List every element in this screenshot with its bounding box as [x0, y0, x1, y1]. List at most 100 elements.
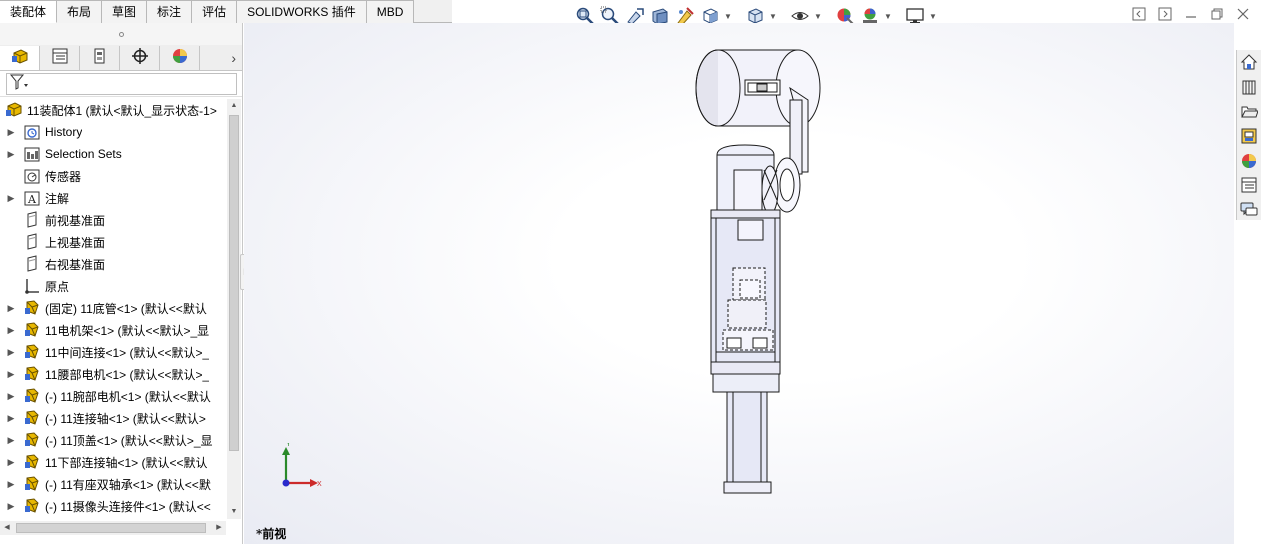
tree-horizontal-scrollbar[interactable]: ◀ ▶: [0, 521, 226, 535]
part-icon: [22, 299, 42, 317]
expand-arrow-icon[interactable]: ▶: [0, 325, 22, 336]
manager-tabs: ›: [0, 45, 242, 71]
tree-item[interactable]: ▶ 11腰部电机<1> (默认<<默认>_: [0, 363, 226, 385]
expand-arrow-icon[interactable]: ▶: [0, 193, 22, 204]
custom-properties-icon[interactable]: [1238, 175, 1260, 196]
hscroll-thumb[interactable]: [16, 523, 206, 533]
close-icon[interactable]: [1233, 5, 1253, 23]
history-icon: [22, 123, 42, 141]
tree-item[interactable]: ▶前视基准面: [0, 209, 226, 231]
feature-manager-tab[interactable]: [0, 45, 40, 70]
tree-item[interactable]: ▶ Selection Sets: [0, 143, 226, 165]
tree-item-label: (-) 11连接轴<1> (默认<<默认>: [45, 411, 206, 426]
restore-icon[interactable]: [1207, 5, 1227, 23]
scroll-thumb[interactable]: [229, 115, 239, 451]
tab-assembly[interactable]: 装配体: [0, 0, 58, 23]
chevron-right-icon[interactable]: ›: [200, 50, 242, 66]
expand-arrow-icon[interactable]: ▶: [0, 347, 22, 358]
scroll-left-icon[interactable]: ◀: [0, 521, 14, 535]
plane-icon: [22, 233, 42, 251]
tree-item[interactable]: ▶ 11中间连接<1> (默认<<默认>_: [0, 341, 226, 363]
file-explorer-icon[interactable]: [1238, 101, 1260, 122]
solidworks-window: 装配体 布局 草图 标注 评估 SOLIDWORKS 插件 MBD ▼ ▼ ▼ …: [0, 0, 1261, 544]
expand-arrow-icon[interactable]: ▶: [0, 435, 22, 446]
expand-arrow-icon[interactable]: ▶: [0, 369, 22, 380]
tile-left-icon[interactable]: [1129, 5, 1149, 23]
graphics-area[interactable]: Y X *前视: [244, 23, 1234, 544]
configuration-manager-tab[interactable]: [80, 45, 120, 70]
scroll-right-icon[interactable]: ▶: [212, 521, 226, 535]
expand-arrow-icon[interactable]: ▶: [0, 413, 22, 424]
coordinate-triad: Y X: [282, 443, 322, 488]
scroll-down-icon[interactable]: ▼: [227, 505, 241, 519]
feature-filter-input[interactable]: [6, 72, 237, 95]
tree-item[interactable]: ▶传感器: [0, 165, 226, 187]
tree-item[interactable]: ▶ History: [0, 121, 226, 143]
expand-arrow-icon[interactable]: ▶: [0, 501, 22, 512]
top-cap: [716, 144, 801, 215]
expand-arrow-icon[interactable]: ▶: [0, 127, 22, 138]
window-controls: [1129, 5, 1253, 23]
tree-vertical-scrollbar[interactable]: ▲ ▼: [227, 99, 241, 519]
tree-item[interactable]: ▶原点: [0, 275, 226, 297]
tile-right-icon[interactable]: [1155, 5, 1175, 23]
tree-item[interactable]: ▶ (-) 11腕部电机<1> (默认<<默认: [0, 385, 226, 407]
tree-root-label: 11装配体1 (默认<默认_显示状态-1>: [27, 103, 217, 118]
filter-row: [0, 71, 242, 97]
tab-evaluate[interactable]: 评估: [192, 0, 238, 23]
tree-item-label: 11下部连接轴<1> (默认<<默认: [45, 455, 208, 470]
scroll-up-icon[interactable]: ▲: [227, 99, 241, 113]
tree-item-label: 11电机架<1> (默认<<默认>_显: [45, 323, 210, 338]
part-icon: [22, 475, 42, 493]
tree-item[interactable]: ▶ A 注解: [0, 187, 226, 209]
tree-item-label: 注解: [45, 191, 70, 206]
forum-icon[interactable]: [1238, 199, 1260, 220]
assembly-model[interactable]: [244, 23, 1234, 544]
tree-item[interactable]: ▶ (固定) 11底管<1> (默认<<默认: [0, 297, 226, 319]
expand-arrow-icon[interactable]: ▶: [0, 391, 22, 402]
tree-item[interactable]: ▶ (-) 11顶盖<1> (默认<<默认>_显: [0, 429, 226, 451]
dimxpert-manager-tab[interactable]: [120, 45, 160, 70]
expand-arrow-icon[interactable]: ▶: [0, 457, 22, 468]
tree-item-label: 前视基准面: [45, 213, 106, 228]
filter-funnel-icon[interactable]: [9, 73, 29, 94]
part-icon: [22, 409, 42, 427]
solidworks-resources-icon[interactable]: [1238, 52, 1260, 73]
tree-item-label: Selection Sets: [45, 147, 122, 161]
annotations-icon: A: [22, 189, 42, 207]
tree-item[interactable]: ▶ 11下部连接轴<1> (默认<<默认: [0, 451, 226, 473]
design-library-icon[interactable]: [1238, 77, 1260, 98]
tab-layout[interactable]: 布局: [57, 0, 103, 23]
tree-item[interactable]: ▶右视基准面: [0, 253, 226, 275]
tab-mbd[interactable]: MBD: [366, 0, 415, 23]
property-manager-tab[interactable]: [40, 45, 80, 70]
part-icon: [22, 343, 42, 361]
tab-sketch[interactable]: 草图: [102, 0, 148, 23]
expand-arrow-icon[interactable]: ▶: [0, 303, 22, 314]
tree-item-label: (固定) 11底管<1> (默认<<默认: [45, 301, 207, 316]
display-manager-tab[interactable]: [160, 45, 200, 70]
tab-solidworks-addins[interactable]: SOLIDWORKS 插件: [237, 0, 367, 23]
tree-item[interactable]: ▶ (-) 11摄像头连接件<1> (默认<<: [0, 495, 226, 517]
expand-arrow-icon[interactable]: ▶: [0, 149, 22, 160]
tree-item[interactable]: ▶上视基准面: [0, 231, 226, 253]
tab-markup[interactable]: 标注: [147, 0, 193, 23]
panel-drag-handle[interactable]: [0, 23, 242, 45]
expand-arrow-icon[interactable]: ▶: [0, 479, 22, 490]
tree-item-label: (-) 11有座双轴承<1> (默认<<默: [45, 477, 211, 492]
dimxpert-icon: [130, 47, 150, 68]
minimize-icon[interactable]: [1181, 5, 1201, 23]
tree-root-assembly[interactable]: 11装配体1 (默认<默认_显示状态-1>: [0, 99, 226, 121]
display-manager-icon: [170, 47, 190, 68]
appearances-scenes-icon[interactable]: [1238, 150, 1260, 171]
feature-manager-panel: › 11装配体1 (默认<默认_显示状态-1> ▶ History ▶ Selecti…: [0, 23, 243, 544]
triad-y-label: Y: [286, 443, 291, 448]
tree-item[interactable]: ▶ (-) 11连接轴<1> (默认<<默认>: [0, 407, 226, 429]
feature-manager-icon: [10, 47, 30, 68]
tree-item-label: History: [45, 125, 83, 139]
configuration-manager-icon: [90, 47, 110, 68]
tree-item[interactable]: ▶ 11电机架<1> (默认<<默认>_显: [0, 319, 226, 341]
tree-item[interactable]: ▶ (-) 11有座双轴承<1> (默认<<默: [0, 473, 226, 495]
view-palette-icon[interactable]: [1238, 126, 1260, 147]
origin-icon: [22, 277, 42, 295]
